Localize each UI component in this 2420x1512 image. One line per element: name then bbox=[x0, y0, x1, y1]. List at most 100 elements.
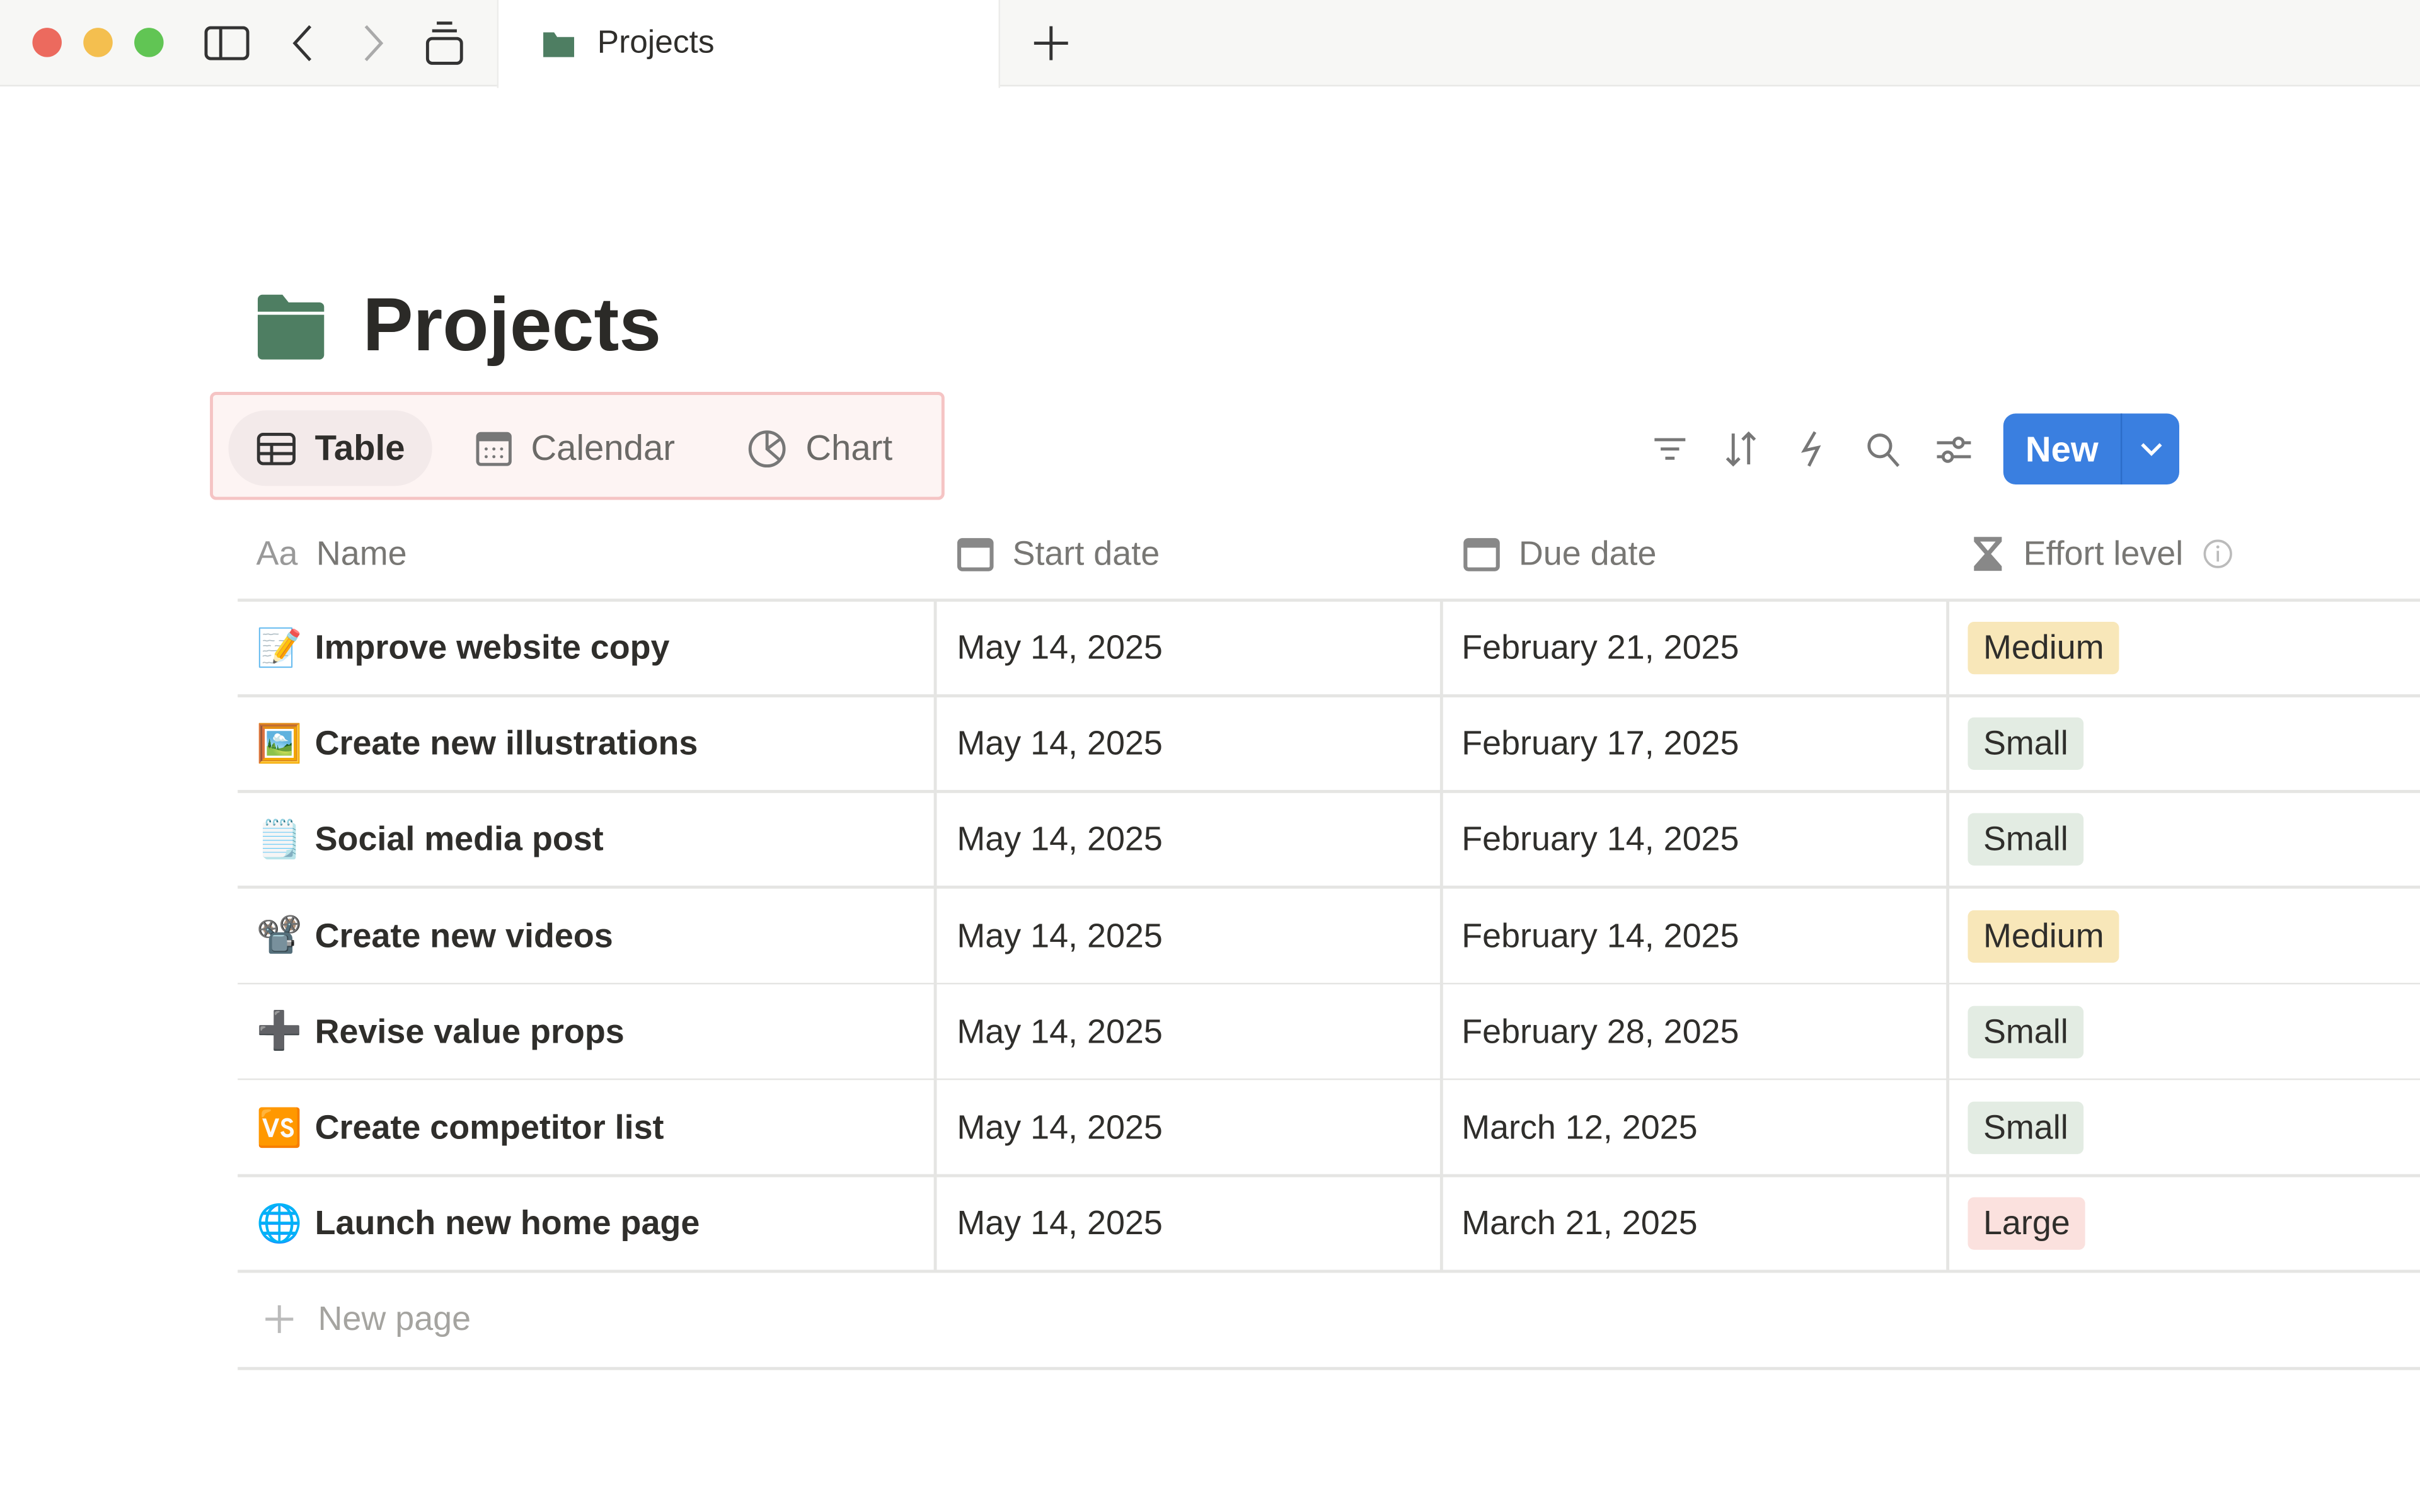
automation-icon[interactable] bbox=[1792, 429, 1832, 469]
tabs-icon[interactable] bbox=[424, 18, 464, 67]
forward-icon[interactable] bbox=[358, 23, 389, 64]
sidebar-icon[interactable] bbox=[204, 25, 250, 62]
page-emoji-icon: 🖼️ bbox=[256, 723, 302, 765]
column-label: Effort level bbox=[2023, 534, 2184, 573]
start-date-cell[interactable]: May 14, 2025 bbox=[957, 1176, 1162, 1272]
column-label: Start date bbox=[1012, 534, 1160, 573]
table-row[interactable]: 🆚 Create competitor list May 14, 2025 Ma… bbox=[238, 1080, 2420, 1176]
table-row[interactable]: 📽️ Create new videos May 14, 2025 Februa… bbox=[238, 888, 2420, 984]
page-name: Create new videos bbox=[314, 915, 613, 954]
new-page-button[interactable]: New page bbox=[262, 1271, 471, 1367]
column-header-name[interactable]: Aa Name bbox=[256, 534, 407, 574]
calendar-icon bbox=[957, 538, 994, 571]
start-date-cell[interactable]: May 14, 2025 bbox=[957, 696, 1162, 792]
due-date-cell[interactable]: March 12, 2025 bbox=[1461, 1080, 1697, 1176]
page-emoji-icon: ➕ bbox=[256, 1011, 302, 1053]
search-icon[interactable] bbox=[1863, 429, 1903, 469]
text-icon: Aa bbox=[256, 534, 298, 573]
effort-tag: Small bbox=[1968, 1005, 2084, 1058]
column-header-due-date[interactable]: Due date bbox=[1463, 534, 1657, 574]
name-cell[interactable]: 📝 Improve website copy bbox=[256, 600, 670, 696]
name-cell[interactable]: 🖼️ Create new illustrations bbox=[256, 696, 698, 792]
start-date-cell[interactable]: May 14, 2025 bbox=[957, 984, 1162, 1080]
start-date-cell[interactable]: May 14, 2025 bbox=[957, 888, 1162, 984]
page-emoji-icon: 🗒️ bbox=[256, 819, 302, 861]
page-folder-icon bbox=[257, 294, 325, 360]
name-cell[interactable]: 🆚 Create competitor list bbox=[256, 1080, 664, 1176]
table-row[interactable]: ➕ Revise value props May 14, 2025 Februa… bbox=[238, 984, 2420, 1080]
start-date-cell[interactable]: May 14, 2025 bbox=[957, 792, 1162, 888]
new-dropdown-button[interactable] bbox=[2122, 413, 2179, 484]
calendar-icon bbox=[1463, 538, 1500, 571]
chevron-down-icon bbox=[2140, 443, 2162, 456]
plus-icon[interactable] bbox=[1031, 23, 1071, 64]
page-emoji-icon: 📽️ bbox=[256, 915, 302, 957]
close-window-button[interactable] bbox=[32, 28, 62, 57]
name-cell[interactable]: 🗒️ Social media post bbox=[256, 792, 604, 888]
effort-tag: Medium bbox=[1968, 621, 2120, 675]
effort-cell[interactable]: Small bbox=[1968, 792, 2084, 888]
tab-table[interactable]: Table bbox=[228, 410, 433, 486]
effort-cell[interactable]: Medium bbox=[1968, 600, 2120, 696]
effort-cell[interactable]: Small bbox=[1968, 984, 2084, 1080]
tab-chart[interactable]: Chart bbox=[719, 410, 920, 486]
page-name: Launch new home page bbox=[314, 1203, 700, 1242]
effort-tag: Small bbox=[1968, 718, 2084, 770]
effort-cell[interactable]: Medium bbox=[1968, 888, 2120, 984]
view-tabs: Table Calendar Chart bbox=[210, 392, 945, 500]
tab-title: Projects bbox=[597, 25, 715, 60]
name-cell[interactable]: ➕ Revise value props bbox=[256, 984, 625, 1080]
tab-label: Calendar bbox=[531, 427, 676, 468]
new-button-group: New bbox=[2003, 413, 2179, 484]
browser-tab-projects[interactable]: Projects bbox=[497, 0, 1000, 88]
new-page-label: New page bbox=[318, 1299, 471, 1338]
table-bottom-divider bbox=[238, 1366, 2420, 1370]
name-cell[interactable]: 🌐 Launch new home page bbox=[256, 1176, 700, 1272]
page-name: Create new illustrations bbox=[314, 724, 698, 763]
hourglass-icon bbox=[1974, 537, 2002, 571]
due-date-cell[interactable]: February 14, 2025 bbox=[1461, 792, 1739, 888]
effort-cell[interactable]: Small bbox=[1968, 1080, 2084, 1176]
column-label: Name bbox=[316, 534, 407, 573]
table-row[interactable]: 🖼️ Create new illustrations May 14, 2025… bbox=[238, 696, 2420, 792]
table-row[interactable]: 🌐 Launch new home page May 14, 2025 Marc… bbox=[238, 1176, 2420, 1272]
tab-calendar[interactable]: Calendar bbox=[447, 410, 703, 486]
due-date-cell[interactable]: February 28, 2025 bbox=[1461, 984, 1739, 1080]
table-row[interactable]: 📝 Improve website copy May 14, 2025 Febr… bbox=[238, 600, 2420, 696]
page-name: Revise value props bbox=[314, 1012, 625, 1051]
effort-tag: Small bbox=[1968, 813, 2084, 866]
page-name: Create competitor list bbox=[314, 1108, 664, 1147]
sort-icon[interactable] bbox=[1721, 429, 1761, 469]
column-header-start-date[interactable]: Start date bbox=[957, 534, 1160, 574]
due-date-cell[interactable]: February 17, 2025 bbox=[1461, 696, 1739, 792]
page-emoji-icon: 📝 bbox=[256, 627, 302, 669]
tab-label: Chart bbox=[805, 427, 893, 468]
settings-icon[interactable] bbox=[1934, 429, 1974, 469]
row-divider bbox=[238, 1269, 2420, 1273]
folder-icon bbox=[543, 32, 575, 57]
due-date-cell[interactable]: February 21, 2025 bbox=[1461, 600, 1739, 696]
column-header-effort-level[interactable]: Effort level bbox=[1971, 534, 2232, 574]
filter-icon[interactable] bbox=[1650, 429, 1690, 469]
table-row[interactable]: 🗒️ Social media post May 14, 2025 Februa… bbox=[238, 792, 2420, 888]
new-button[interactable]: New bbox=[2003, 413, 2121, 484]
effort-tag: Small bbox=[1968, 1101, 2084, 1154]
effort-cell[interactable]: Large bbox=[1968, 1176, 2086, 1272]
maximize-window-button[interactable] bbox=[134, 28, 164, 57]
start-date-cell[interactable]: May 14, 2025 bbox=[957, 600, 1162, 696]
page-name: Social media post bbox=[314, 820, 604, 859]
page-name: Improve website copy bbox=[314, 627, 670, 667]
effort-tag: Large bbox=[1968, 1197, 2086, 1251]
info-icon[interactable] bbox=[2202, 539, 2233, 570]
due-date-cell[interactable]: February 14, 2025 bbox=[1461, 888, 1739, 984]
back-icon[interactable] bbox=[287, 23, 318, 64]
column-label: Due date bbox=[1518, 534, 1657, 573]
effort-cell[interactable]: Small bbox=[1968, 696, 2084, 792]
start-date-cell[interactable]: May 14, 2025 bbox=[957, 1080, 1162, 1176]
effort-tag: Medium bbox=[1968, 909, 2120, 963]
plus-icon bbox=[265, 1305, 294, 1333]
due-date-cell[interactable]: March 21, 2025 bbox=[1461, 1176, 1697, 1272]
minimize-window-button[interactable] bbox=[83, 28, 113, 57]
page-emoji-icon: 🆚 bbox=[256, 1107, 302, 1149]
name-cell[interactable]: 📽️ Create new videos bbox=[256, 888, 613, 984]
